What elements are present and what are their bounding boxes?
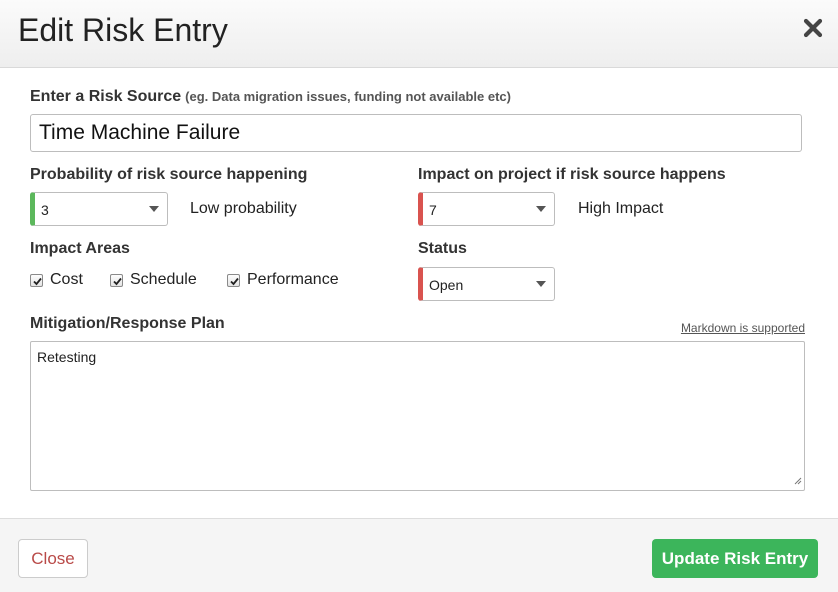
probability-select[interactable]: 3 xyxy=(30,192,168,226)
close-button[interactable]: Close xyxy=(18,539,88,578)
impact-area-cost-checkbox[interactable]: Cost xyxy=(30,270,83,290)
impact-description: High Impact xyxy=(578,200,664,217)
chevron-down-icon xyxy=(536,281,546,287)
mitigation-textarea[interactable]: Retesting xyxy=(30,341,805,491)
checkbox-checked-icon xyxy=(227,273,240,287)
probability-label: Probability of risk source happening xyxy=(30,166,308,183)
modal-title: Edit Risk Entry xyxy=(18,12,228,48)
probability-value: 3 xyxy=(41,202,49,218)
impact-value: 7 xyxy=(429,202,437,218)
mitigation-label: Mitigation/Response Plan xyxy=(30,315,225,332)
chevron-down-icon xyxy=(149,206,159,212)
status-label: Status xyxy=(418,240,467,257)
modal-footer: Close Update Risk Entry xyxy=(0,518,838,592)
risk-source-input[interactable] xyxy=(30,114,802,152)
impact-area-label: Cost xyxy=(50,271,83,288)
checkbox-checked-icon xyxy=(30,273,43,287)
markdown-supported-link[interactable]: Markdown is supported xyxy=(681,321,805,335)
close-icon[interactable] xyxy=(802,14,824,40)
risk-source-hint: (eg. Data migration issues, funding not … xyxy=(185,89,511,104)
impact-select[interactable]: 7 xyxy=(418,192,555,226)
risk-source-label-text: Enter a Risk Source xyxy=(30,88,182,105)
resize-grip-icon[interactable] xyxy=(793,472,802,488)
checkbox-checked-icon xyxy=(110,273,123,287)
status-value: Open xyxy=(429,277,464,293)
status-select[interactable]: Open xyxy=(418,267,555,301)
impact-area-performance-checkbox[interactable]: Performance xyxy=(227,270,339,290)
impact-area-label: Performance xyxy=(247,271,339,288)
update-risk-entry-button[interactable]: Update Risk Entry xyxy=(652,539,818,578)
impact-areas-label: Impact Areas xyxy=(30,240,130,257)
risk-source-label: Enter a Risk Source (eg. Data migration i… xyxy=(30,88,511,106)
chevron-down-icon xyxy=(536,206,546,212)
probability-description: Low probability xyxy=(190,200,297,217)
edit-risk-modal: Edit Risk Entry Enter a Risk Source (eg. … xyxy=(0,0,838,592)
impact-area-schedule-checkbox[interactable]: Schedule xyxy=(110,270,197,290)
impact-area-label: Schedule xyxy=(130,271,197,288)
modal-header: Edit Risk Entry xyxy=(0,0,838,68)
mitigation-text: Retesting xyxy=(37,349,97,365)
impact-label: Impact on project if risk source happens xyxy=(418,166,726,183)
